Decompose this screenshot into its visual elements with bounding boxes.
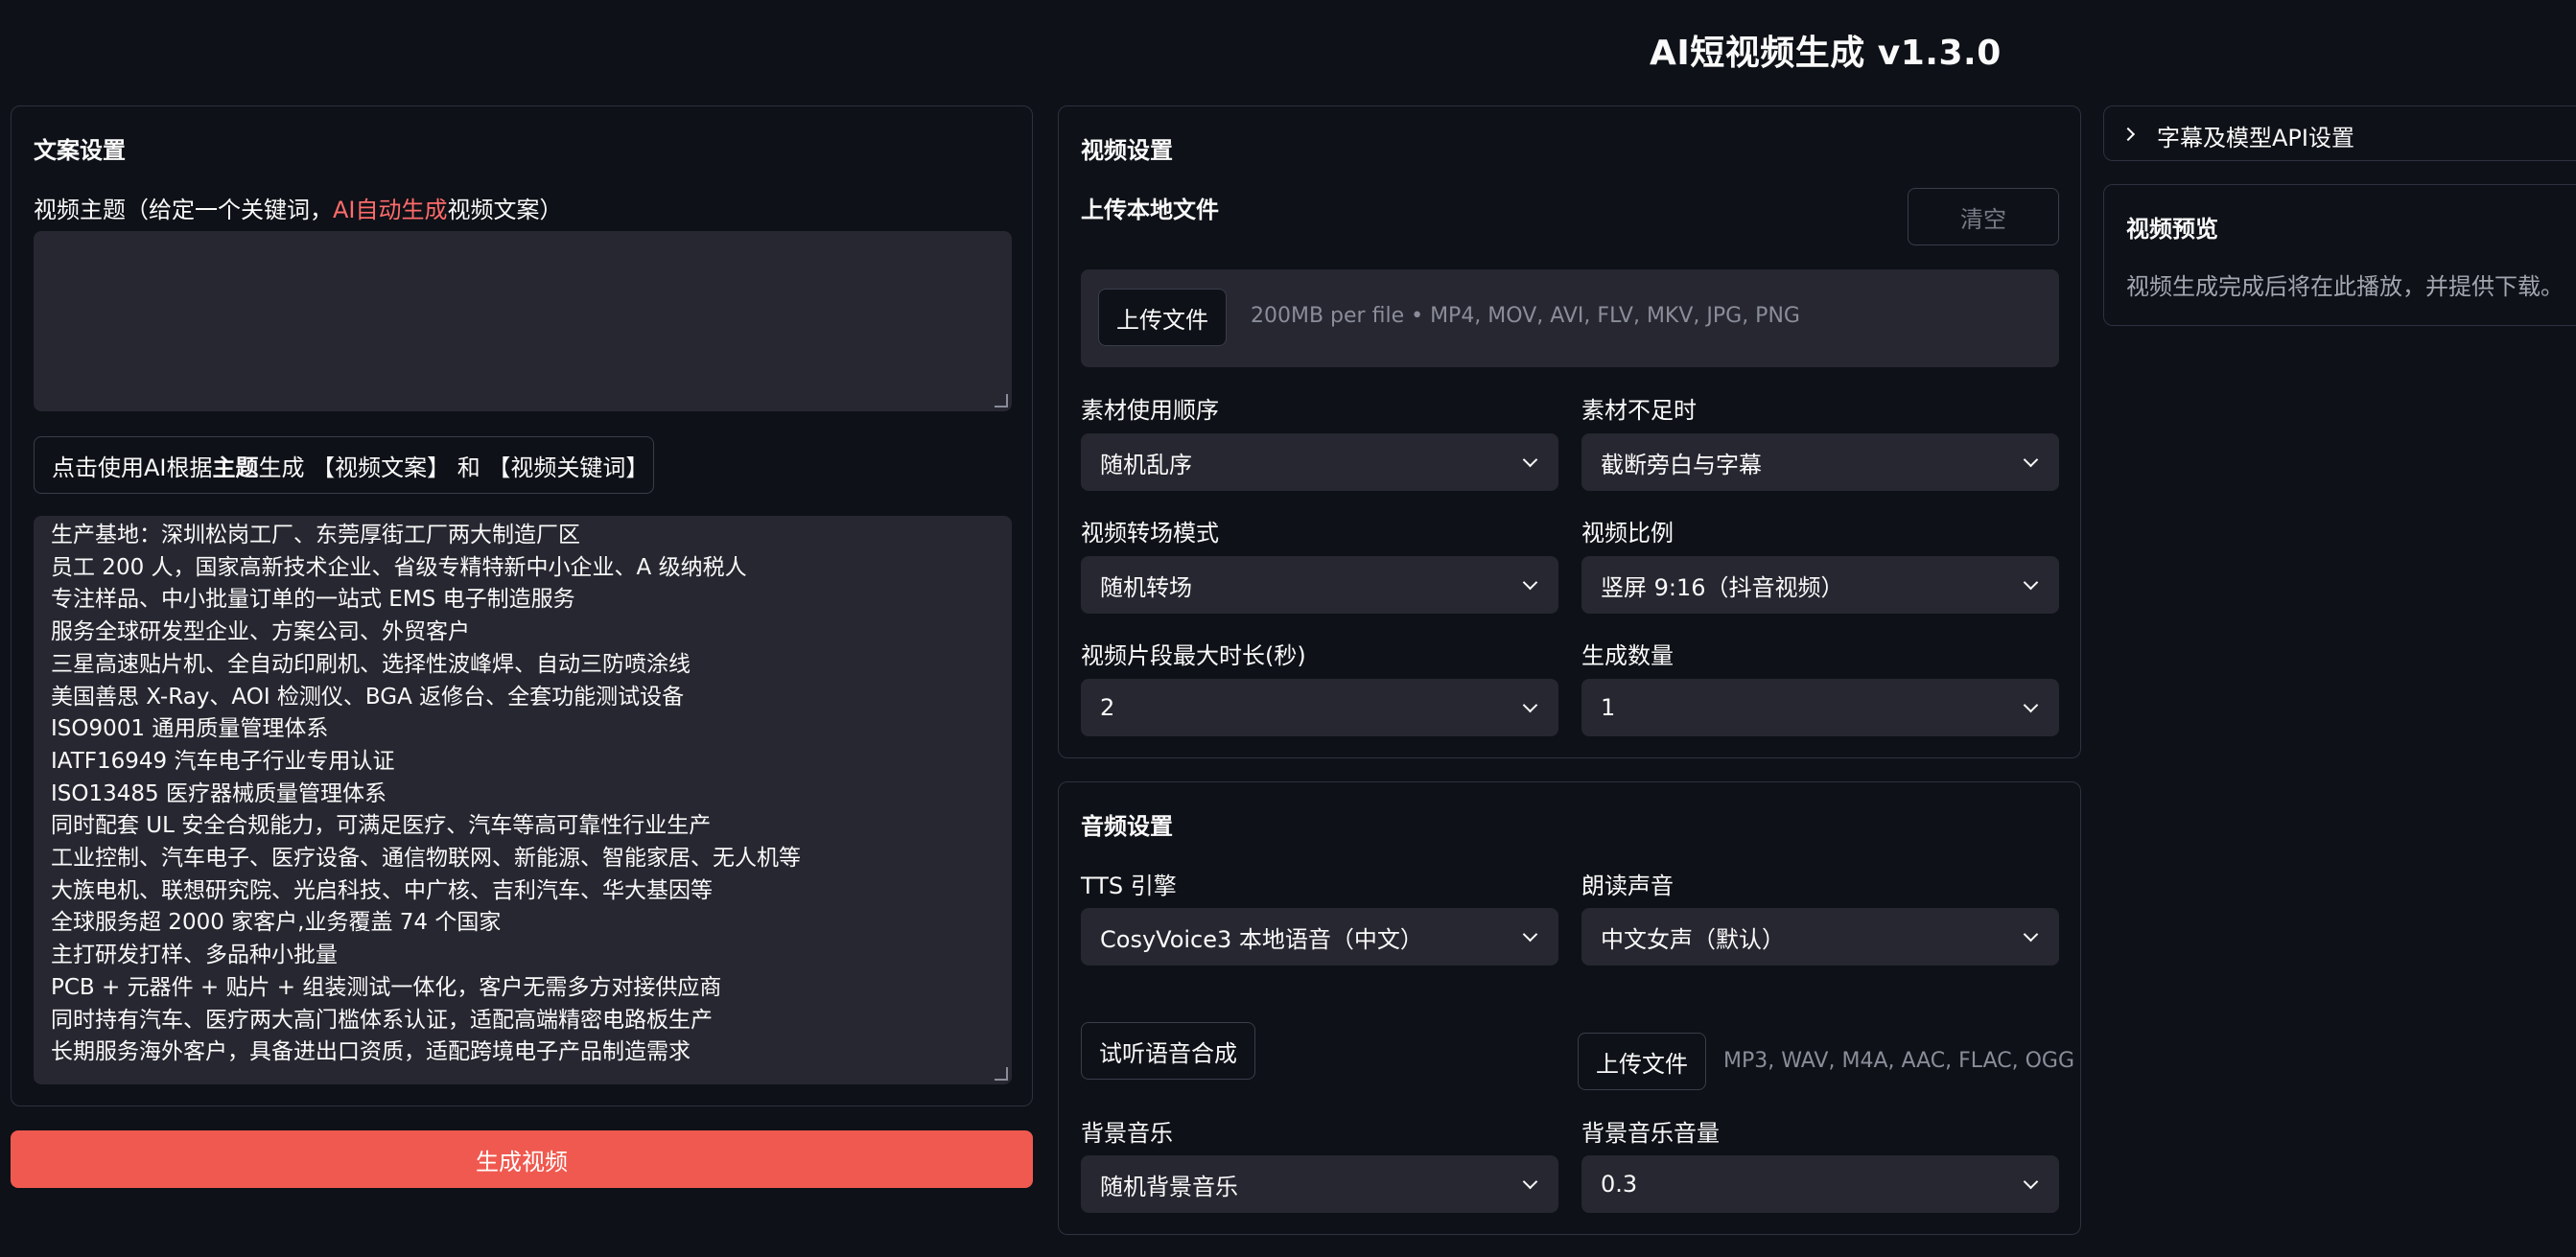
subject-label-accent: AI自动生成	[333, 197, 448, 223]
tts-engine-value: CosyVoice3 本地语音（中文）	[1100, 925, 1423, 953]
script-textarea[interactable]: 生产基地：深圳松岗工厂、东莞厚街工厂两大制造厂区 员工 200 人，国家高新技术…	[34, 516, 1012, 1084]
tts-engine-label: TTS 引擎	[1081, 873, 1177, 899]
chevron-down-icon	[1522, 452, 1538, 468]
preview-tts-button[interactable]: 试听语音合成	[1081, 1022, 1255, 1080]
aspect-ratio-value: 竖屏 9:16（抖音视频）	[1601, 573, 1844, 601]
chevron-down-icon	[2023, 574, 2039, 591]
chevron-down-icon	[2023, 697, 2039, 713]
ai-button-suffix: 生成 【视频文案】 和 【视频关键词】	[258, 454, 649, 481]
chevron-down-icon	[1522, 1174, 1538, 1190]
clear-button[interactable]: 清空	[1908, 188, 2059, 245]
chevron-down-icon	[2023, 1174, 2039, 1190]
material-order-select[interactable]: 随机乱序	[1081, 433, 1558, 491]
video-preview-title: 视频预览	[2126, 216, 2218, 243]
page-title: AI短视频生成 v1.3.0	[1650, 34, 2002, 73]
script-line: IATF16949 汽车电子行业专用认证	[51, 748, 395, 774]
subject-label-prefix: 视频主题（给定一个关键词，	[34, 197, 333, 223]
material-order-label: 素材使用顺序	[1081, 397, 1219, 424]
subtitle-api-expander[interactable]: 字幕及模型API设置	[2103, 105, 2576, 161]
clip-duration-value: 2	[1100, 694, 1115, 721]
upload-local-file-label: 上传本地文件	[1081, 197, 1219, 223]
clip-duration-select[interactable]: 2	[1081, 679, 1558, 736]
tts-engine-select[interactable]: CosyVoice3 本地语音（中文）	[1081, 908, 1558, 966]
expander-label: 字幕及模型API设置	[2157, 125, 2354, 151]
bgm-label: 背景音乐	[1081, 1120, 1173, 1147]
material-order-value: 随机乱序	[1100, 451, 1192, 478]
script-line: 长期服务海外客户，具备进出口资质，适配跨境电子产品制造需求	[51, 1039, 691, 1065]
video-preview-panel: 视频预览 视频生成完成后将在此播放，并提供下载。	[2103, 184, 2576, 326]
chevron-down-icon	[1522, 574, 1538, 591]
transition-mode-select[interactable]: 随机转场	[1081, 556, 1558, 614]
script-line: 同时配套 UL 安全合规能力，可满足医疗、汽车等高可靠性行业生产	[51, 813, 712, 839]
script-settings-panel: 文案设置 视频主题（给定一个关键词，AI自动生成视频文案） 点击使用AI根据 主题…	[11, 105, 1033, 1106]
bgm-value: 随机背景音乐	[1100, 1173, 1238, 1200]
aspect-ratio-select[interactable]: 竖屏 9:16（抖音视频）	[1581, 556, 2059, 614]
script-line: 专注样品、中小批量订单的一站式 EMS 电子制造服务	[51, 587, 575, 613]
resize-handle-icon[interactable]	[995, 1067, 1008, 1081]
video-upload-button[interactable]: 上传文件	[1098, 289, 1227, 346]
bgm-select[interactable]: 随机背景音乐	[1081, 1155, 1558, 1213]
chevron-down-icon	[2023, 452, 2039, 468]
script-line: 主打研发打样、多品种小批量	[51, 943, 338, 968]
generate-video-button[interactable]: 生成视频	[11, 1130, 1033, 1188]
clip-duration-label: 视频片段最大时长(秒)	[1081, 642, 1306, 669]
script-line: ISO13485 医疗器械质量管理体系	[51, 780, 386, 806]
script-line: 三星高速贴片机、全自动印刷机、选择性波峰焊、自动三防喷涂线	[51, 651, 691, 677]
video-preview-text: 视频生成完成后将在此播放，并提供下载。	[2126, 273, 2564, 300]
script-line: 工业控制、汽车电子、医疗设备、通信物联网、新能源、智能家居、无人机等	[51, 846, 801, 872]
voice-value: 中文女声（默认）	[1601, 925, 1785, 953]
video-upload-dropzone[interactable]: 上传文件 200MB per file • MP4, MOV, AVI, FLV…	[1081, 269, 2059, 367]
script-lines: 生产基地：深圳松岗工厂、东莞厚街工厂两大制造厂区 员工 200 人，国家高新技术…	[51, 520, 993, 1069]
audio-upload-button[interactable]: 上传文件	[1578, 1033, 1706, 1090]
video-count-label: 生成数量	[1581, 642, 1674, 669]
voice-select[interactable]: 中文女声（默认）	[1581, 908, 2059, 966]
ai-button-prefix: 点击使用AI根据	[52, 454, 213, 481]
audio-settings-panel: 音频设置 TTS 引擎 CosyVoice3 本地语音（中文） 朗读声音 中文女…	[1058, 781, 2081, 1235]
script-line: 美国善思 X-Ray、AOI 检测仪、BGA 返修台、全套功能测试设备	[51, 684, 685, 710]
script-line: 服务全球研发型企业、方案公司、外贸客户	[51, 619, 470, 645]
voice-label: 朗读声音	[1581, 873, 1674, 899]
script-line: PCB + 元器件 + 贴片 + 组装测试一体化，客户无需多方对接供应商	[51, 974, 722, 1000]
bgm-volume-value: 0.3	[1601, 1171, 1638, 1198]
script-settings-title: 文案设置	[34, 137, 126, 164]
ai-button-bold: 主题	[212, 454, 259, 481]
material-shortage-select[interactable]: 截断旁白与字幕	[1581, 433, 2059, 491]
subject-label: 视频主题（给定一个关键词，AI自动生成视频文案）	[34, 191, 563, 224]
chevron-down-icon	[1522, 926, 1538, 943]
video-count-select[interactable]: 1	[1581, 679, 2059, 736]
material-shortage-value: 截断旁白与字幕	[1601, 451, 1762, 478]
transition-mode-value: 随机转场	[1100, 573, 1192, 601]
material-shortage-label: 素材不足时	[1581, 397, 1697, 424]
ai-generate-script-button[interactable]: 点击使用AI根据 主题 生成 【视频文案】 和 【视频关键词】	[34, 436, 654, 494]
script-line: 同时持有汽车、医疗两大高门槛体系认证，适配高端精密电路板生产	[51, 1007, 713, 1033]
video-settings-panel: 视频设置 上传本地文件 清空 上传文件 200MB per file • MP4…	[1058, 105, 2081, 758]
script-line: 生产基地：深圳松岗工厂、东莞厚街工厂两大制造厂区	[51, 523, 580, 547]
audio-upload-hint: MP3, WAV, M4A, AAC, FLAC, OGG	[1723, 1049, 2074, 1073]
video-count-value: 1	[1601, 694, 1616, 721]
audio-settings-title: 音频设置	[1081, 813, 1173, 840]
bgm-volume-label: 背景音乐音量	[1581, 1120, 1720, 1147]
subject-label-suffix: 视频文案）	[447, 197, 563, 223]
chevron-right-icon	[2120, 127, 2136, 142]
video-upload-hint: 200MB per file • MP4, MOV, AVI, FLV, MKV…	[1251, 304, 1800, 328]
chevron-down-icon	[1522, 697, 1538, 713]
script-line: 员工 200 人，国家高新技术企业、省级专精特新中小企业、A 级纳税人	[51, 554, 747, 580]
video-settings-title: 视频设置	[1081, 137, 1173, 164]
script-line: 大族电机、联想研究院、光启科技、中广核、吉利汽车、华大基因等	[51, 877, 713, 903]
subject-input[interactable]	[34, 231, 1012, 411]
script-line: 全球服务超 2000 家客户,业务覆盖 74 个国家	[51, 910, 502, 936]
transition-mode-label: 视频转场模式	[1081, 520, 1219, 547]
resize-handle-icon[interactable]	[995, 394, 1008, 407]
aspect-ratio-label: 视频比例	[1581, 520, 1674, 547]
script-line: ISO9001 通用质量管理体系	[51, 716, 329, 742]
bgm-volume-select[interactable]: 0.3	[1581, 1155, 2059, 1213]
chevron-down-icon	[2023, 926, 2039, 943]
